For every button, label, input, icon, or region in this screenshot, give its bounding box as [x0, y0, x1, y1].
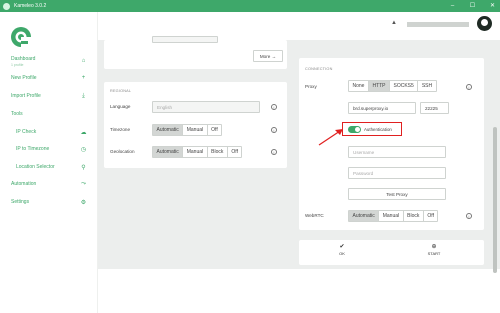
dashboard-profile-count: 1 profile [11, 62, 24, 67]
language-label: Language [110, 104, 131, 109]
clock-icon: ◷ [80, 146, 87, 153]
settings-label: Settings [11, 199, 30, 205]
kameleo-logo-icon [11, 27, 32, 48]
top-settings-card: More → [104, 36, 287, 69]
start-label: START [427, 251, 441, 256]
regional-section-title: REGIONAL [110, 89, 132, 93]
geolocation-automatic[interactable]: Automatic [153, 147, 184, 157]
username-input[interactable]: Username [348, 146, 446, 158]
geolocation-info-icon[interactable]: i [271, 149, 277, 155]
maximize-button[interactable]: ☐ [469, 0, 476, 12]
test-proxy-button[interactable]: Test Proxy [348, 188, 446, 200]
proxy-http[interactable]: HTTP [368, 81, 391, 91]
plus-icon: + [81, 75, 86, 81]
webrtc-selector: Automatic Manual Block Off [348, 210, 439, 222]
sidebar-item-ip-to-timezone[interactable]: IP to Timezone ◷ [0, 143, 98, 155]
password-input[interactable]: Password [348, 167, 446, 179]
proxy-host-input[interactable]: brd.superproxy.io [348, 102, 416, 114]
sidebar-item-automation[interactable]: Automation ⤳ [0, 178, 98, 190]
app-logo-icon [3, 2, 10, 10]
sidebar-item-location-selector[interactable]: Location Selector ⚲ [0, 161, 98, 173]
bell-icon[interactable]: ▲ [391, 20, 397, 26]
tools-label: Tools [11, 111, 23, 117]
window-controls: – ☐ ✕ [449, 0, 496, 12]
annotation-arrow-icon [318, 129, 343, 146]
webrtc-info-icon[interactable]: i [466, 213, 472, 219]
start-button[interactable]: ⊕ START [424, 244, 444, 256]
window-title: Kameleo 3.0.2 [14, 3, 47, 9]
location-selector-label: Location Selector [16, 164, 55, 170]
footer-actions: ✔ OK ⊕ START [299, 240, 484, 265]
ip-to-timezone-label: IP to Timezone [16, 146, 50, 152]
partial-input [152, 36, 218, 43]
trend-icon: ⤳ [81, 180, 86, 187]
timezone-automatic[interactable]: Automatic [153, 125, 184, 135]
connection-section-title: CONNECTION [305, 67, 333, 71]
webrtc-label: WebRTC [305, 213, 324, 218]
proxy-none[interactable]: None [349, 81, 369, 91]
geolocation-off[interactable]: Off [228, 147, 242, 157]
dashboard-label: Dashboard [11, 55, 36, 62]
check-circle-icon: ✔ [339, 244, 345, 250]
proxy-label: Proxy [305, 84, 317, 89]
avatar[interactable] [477, 16, 492, 31]
sidebar-item-ip-check[interactable]: IP Check ☁ [0, 126, 98, 138]
ip-check-label: IP Check [16, 129, 37, 135]
gear-icon: ⚙ [80, 199, 87, 206]
language-field[interactable]: English [152, 101, 260, 113]
sidebar-item-new-profile[interactable]: New Profile + [0, 72, 98, 84]
webrtc-automatic[interactable]: Automatic [349, 211, 380, 221]
geolocation-manual[interactable]: Manual [183, 147, 208, 157]
scrollbar-thumb[interactable] [493, 127, 497, 273]
webrtc-off[interactable]: Off [424, 211, 438, 221]
import-profile-label: Import Profile [11, 93, 41, 99]
sidebar-item-import-profile[interactable]: Import Profile ⤓ [0, 90, 98, 102]
new-profile-label: New Profile [11, 75, 37, 81]
sidebar-item-dashboard[interactable]: Dashboard 1 profile ⌂ [0, 53, 98, 69]
automation-label: Automation [11, 181, 37, 187]
proxy-type-selector: None HTTP SOCKS5 SSH [348, 80, 437, 92]
proxy-ssh[interactable]: SSH [418, 81, 435, 91]
title-bar: Kameleo 3.0.2 – ☐ ✕ [0, 0, 500, 12]
more-button[interactable]: More → [253, 50, 283, 62]
sidebar-item-settings[interactable]: Settings ⚙ [0, 196, 98, 208]
app-window: Kameleo 3.0.2 – ☐ ✕ Dashboard 1 profile … [0, 0, 500, 313]
timezone-off[interactable]: Off [208, 125, 222, 135]
language-info-icon[interactable]: i [271, 104, 277, 110]
ok-label: OK [339, 251, 345, 256]
webrtc-block[interactable]: Block [404, 211, 424, 221]
timezone-selector: Automatic Manual Off [152, 124, 223, 136]
map-pin-icon: ⚲ [81, 164, 86, 171]
ok-button[interactable]: ✔ OK [335, 244, 349, 256]
timezone-info-icon[interactable]: i [271, 127, 277, 133]
user-email-redacted [407, 22, 469, 27]
close-button[interactable]: ✕ [489, 0, 496, 12]
download-icon: ⤓ [82, 92, 85, 99]
proxy-socks5[interactable]: SOCKS5 [390, 81, 419, 91]
timezone-manual[interactable]: Manual [183, 125, 208, 135]
minimize-button[interactable]: – [449, 0, 456, 12]
home-icon: ⌂ [81, 58, 86, 64]
sidebar: Dashboard 1 profile ⌂ New Profile + Impo… [0, 12, 98, 313]
geolocation-label: Geolocation [110, 149, 135, 154]
geolocation-selector: Automatic Manual Block Off [152, 146, 243, 158]
sidebar-item-tools[interactable]: Tools [0, 108, 98, 120]
play-circle-icon: ⊕ [431, 244, 437, 250]
proxy-port-input[interactable]: 22225 [420, 102, 449, 114]
authentication-highlight-box [342, 122, 402, 136]
timezone-label: Timezone [110, 127, 130, 132]
webrtc-manual[interactable]: Manual [379, 211, 404, 221]
regional-card: REGIONAL Language English i Timezone Aut… [104, 82, 287, 168]
cloud-icon: ☁ [80, 129, 87, 136]
proxy-info-icon[interactable]: i [466, 84, 472, 90]
geolocation-block[interactable]: Block [208, 147, 228, 157]
